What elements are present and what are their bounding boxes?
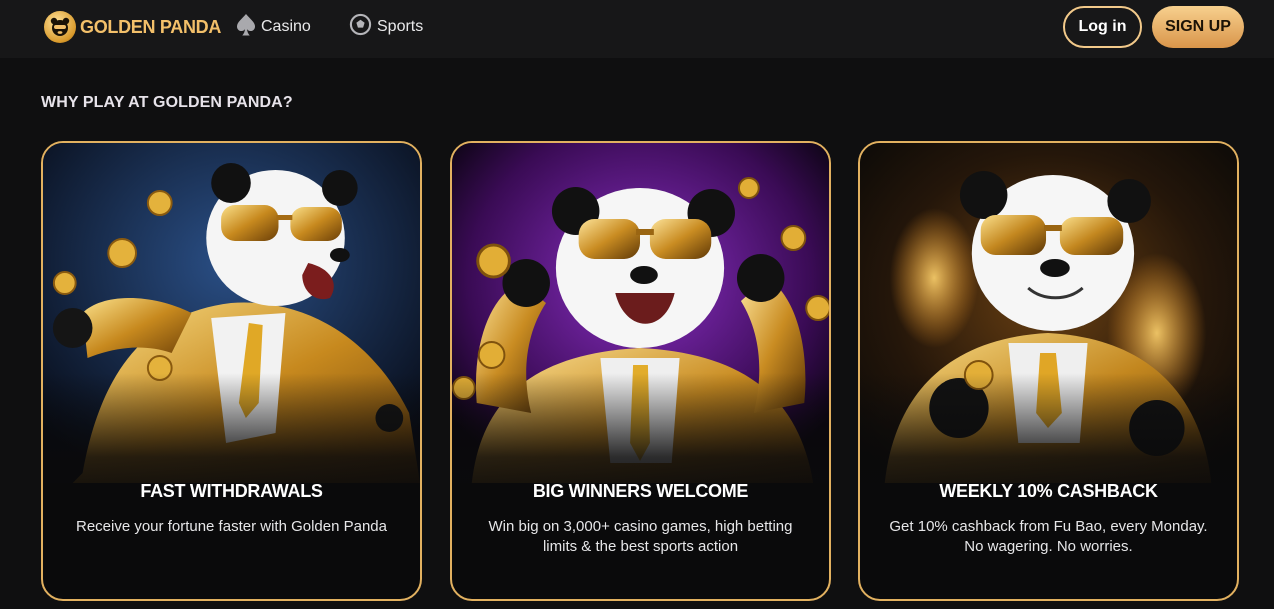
spade-icon [236, 13, 256, 42]
top-navigation-bar: GOLDEN PANDA Casino Sports Log in SIGN U… [0, 0, 1274, 58]
feature-card-big-winners: BIG WINNERS WELCOME Win big on 3,000+ ca… [450, 141, 831, 601]
nav-sports-label: Sports [377, 18, 424, 35]
card-description: Win big on 3,000+ casino games, high bet… [488, 518, 793, 555]
nav-sports[interactable]: Sports [349, 13, 423, 41]
card-description: Receive your fortune faster with Golden … [75, 518, 387, 535]
feature-card-weekly-cashback: WEEKLY 10% CASHBACK Get 10% cashback fro… [858, 141, 1239, 601]
card-title: BIG WINNERS WELCOME [532, 481, 749, 501]
card-title: WEEKLY 10% CASHBACK [939, 481, 1158, 501]
soccer-ball-icon [349, 13, 372, 41]
section-title: WHY PLAY AT GOLDEN PANDA? [41, 94, 293, 111]
login-button[interactable]: Log in [1063, 6, 1142, 48]
brand-logo[interactable]: GOLDEN PANDA [44, 11, 221, 43]
nav-casino-label: Casino [261, 18, 311, 35]
brand-name: GOLDEN PANDA [80, 16, 222, 37]
nav-casino[interactable]: Casino [236, 13, 311, 41]
signup-button[interactable]: SIGN UP [1152, 6, 1244, 48]
feature-card-fast-withdrawals: FAST WITHDRAWALS Receive your fortune fa… [41, 141, 422, 601]
panda-logo-icon [44, 11, 76, 43]
card-description: Get 10% cashback from Fu Bao, every Mond… [889, 518, 1208, 555]
card-title: FAST WITHDRAWALS [140, 481, 323, 501]
